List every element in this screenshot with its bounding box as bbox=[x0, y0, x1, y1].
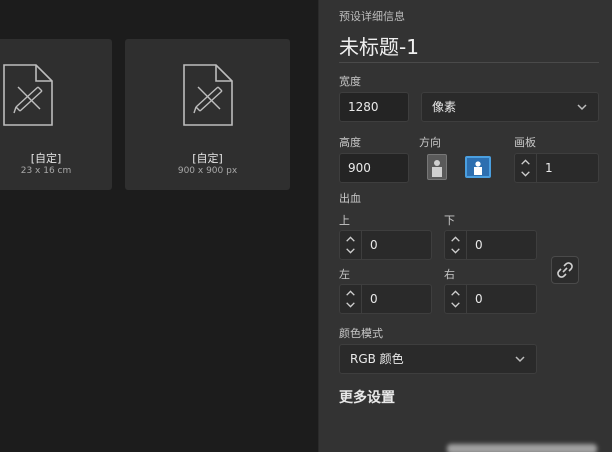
bleed-right-value: 0 bbox=[475, 292, 483, 306]
portrait-orientation-button[interactable] bbox=[427, 154, 447, 180]
bleed-label: 出血 bbox=[339, 192, 361, 205]
bleed-left-value: 0 bbox=[370, 292, 378, 306]
panel-header: 预设详细信息 bbox=[339, 10, 405, 23]
color-mode-value: RGB 颜色 bbox=[350, 352, 404, 366]
artboard-value: 1 bbox=[545, 161, 553, 175]
bleed-top-label: 上 bbox=[339, 214, 350, 227]
bleed-left-stepper[interactable]: 0 bbox=[339, 284, 432, 314]
bleed-top-stepper[interactable]: 0 bbox=[339, 230, 432, 260]
chevron-down-icon bbox=[577, 104, 587, 111]
preset-details-panel: 预设详细信息 未标题-1 宽度 1280 像素 高度 900 方向 画板 1 出… bbox=[318, 0, 612, 452]
stepper-arrows-icon[interactable] bbox=[340, 231, 362, 259]
stepper-arrows-icon[interactable] bbox=[445, 231, 467, 259]
person-portrait-icon bbox=[432, 160, 442, 177]
color-mode-label: 颜色模式 bbox=[339, 327, 383, 340]
stepper-arrows-icon[interactable] bbox=[445, 285, 467, 313]
artboard-label: 画板 bbox=[514, 136, 536, 149]
person-landscape-icon bbox=[474, 161, 482, 175]
preset-card-size: 900 x 900 px bbox=[177, 166, 238, 176]
bleed-top-value: 0 bbox=[370, 238, 378, 252]
more-settings-button[interactable]: 更多设置 bbox=[339, 387, 395, 407]
bleed-left-label: 左 bbox=[339, 268, 350, 281]
preset-card-title: [自定] bbox=[192, 152, 223, 165]
document-pencil-icon bbox=[183, 64, 233, 126]
height-label: 高度 bbox=[339, 136, 361, 149]
link-bleed-button[interactable] bbox=[551, 256, 579, 284]
height-input[interactable]: 900 bbox=[339, 153, 409, 183]
chevron-down-icon bbox=[515, 356, 525, 363]
artboard-stepper[interactable]: 1 bbox=[514, 153, 599, 183]
preset-card-size: 23 x 16 cm bbox=[20, 166, 72, 176]
bleed-right-stepper[interactable]: 0 bbox=[444, 284, 537, 314]
link-icon bbox=[557, 262, 573, 278]
stepper-arrows-icon[interactable] bbox=[340, 285, 362, 313]
landscape-orientation-button[interactable] bbox=[465, 156, 491, 178]
document-title-input[interactable]: 未标题-1 bbox=[339, 31, 599, 63]
unit-select-value: 像素 bbox=[432, 100, 457, 114]
width-input[interactable]: 1280 bbox=[339, 92, 409, 122]
document-pencil-icon bbox=[3, 64, 53, 126]
blurred-region bbox=[447, 444, 597, 452]
bleed-bottom-value: 0 bbox=[475, 238, 483, 252]
unit-select[interactable]: 像素 bbox=[421, 92, 599, 122]
bleed-right-label: 右 bbox=[444, 268, 455, 281]
preset-card-1[interactable]: [自定] 23 x 16 cm bbox=[0, 39, 112, 190]
preset-card-title: [自定] bbox=[30, 152, 62, 165]
bleed-bottom-stepper[interactable]: 0 bbox=[444, 230, 537, 260]
preset-gallery: [自定] 23 x 16 cm [自定] 900 x 900 px bbox=[0, 0, 318, 452]
stepper-arrows-icon[interactable] bbox=[515, 154, 537, 182]
orientation-label: 方向 bbox=[419, 136, 441, 149]
color-mode-select[interactable]: RGB 颜色 bbox=[339, 344, 537, 374]
preset-card-2[interactable]: [自定] 900 x 900 px bbox=[125, 39, 290, 190]
width-label: 宽度 bbox=[339, 75, 361, 88]
bleed-bottom-label: 下 bbox=[444, 214, 455, 227]
